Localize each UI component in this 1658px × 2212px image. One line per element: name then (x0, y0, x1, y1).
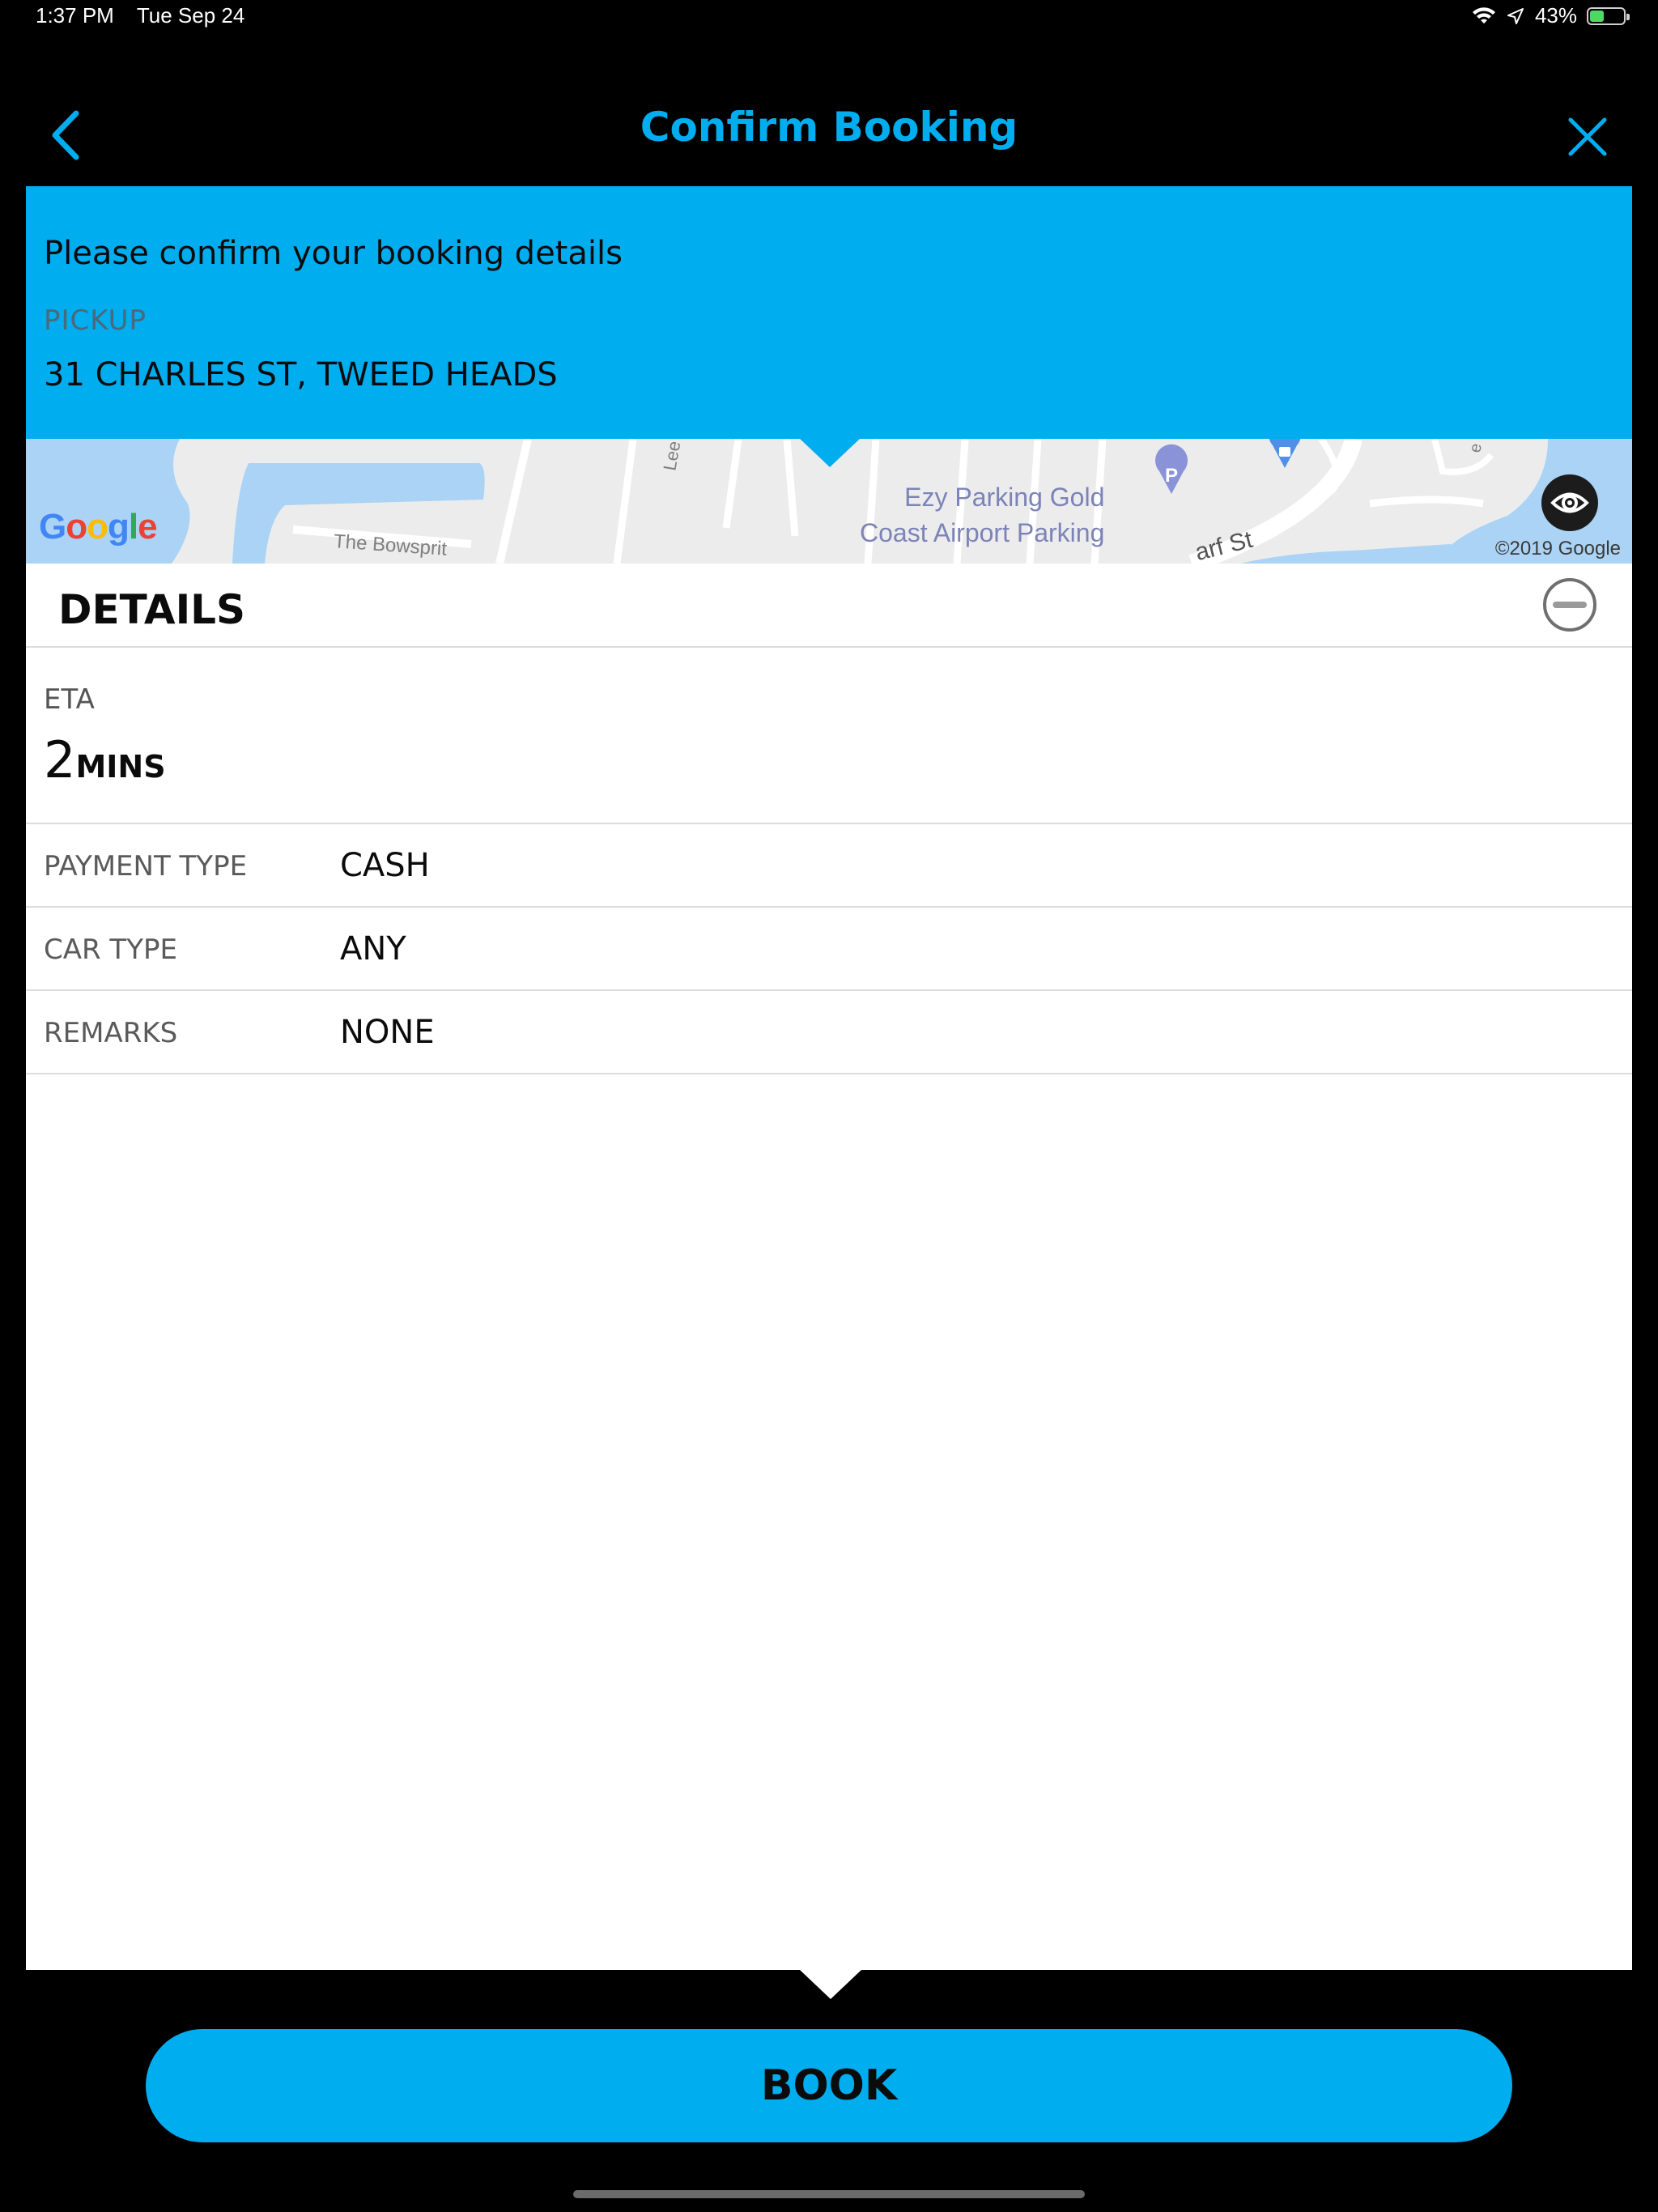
details-header: DETAILS (26, 564, 1632, 648)
location-arrow-icon (1507, 7, 1524, 24)
card-bottom-pointer (800, 1970, 861, 1999)
remarks-row[interactable]: REMARKS NONE (26, 991, 1632, 1074)
eta-section: ETA 2MINS (26, 648, 1632, 824)
confirm-prompt: Please confirm your booking details (44, 235, 623, 272)
svg-text:P: P (1165, 465, 1178, 487)
battery-charging-icon (1587, 6, 1630, 25)
map-copyright: ©2019 Google (1494, 538, 1621, 559)
map-poi-line1: Ezy Parking Gold (904, 483, 1105, 512)
payment-type-label: PAYMENT TYPE (44, 850, 248, 883)
eta-value: 2MINS (44, 730, 166, 789)
map-poi-line2: Coast Airport Parking (860, 518, 1105, 547)
status-indicators: 43% (1472, 3, 1630, 28)
battery-level (1590, 10, 1604, 22)
car-type-row[interactable]: CAR TYPE ANY (26, 908, 1632, 991)
eta-label: ETA (44, 683, 95, 716)
status-date: Tue Sep 24 (136, 3, 245, 28)
remarks-label: REMARKS (44, 1017, 178, 1049)
minus-circle-icon (1543, 578, 1596, 632)
payment-type-value: CASH (340, 847, 430, 884)
header-pointer (799, 438, 861, 467)
status-time: 1:37 PM (36, 3, 114, 28)
battery-cap (1626, 13, 1630, 20)
wifi-icon (1472, 6, 1495, 23)
details-title: DETAILS (58, 586, 246, 633)
status-time-group: 1:37 PM Tue Sep 24 (36, 3, 244, 28)
car-type-label: CAR TYPE (44, 934, 177, 966)
eta-unit: MINS (75, 749, 166, 785)
confirm-header: Please confirm your booking details PICK… (26, 186, 1632, 439)
eta-number: 2 (44, 730, 76, 789)
navigation-bar: Confirm Booking (0, 81, 1658, 186)
booking-card: Please confirm your booking details PICK… (26, 186, 1632, 1970)
google-logo: Google (39, 507, 158, 547)
car-type-value: ANY (340, 930, 406, 968)
collapse-details-button[interactable] (1541, 576, 1598, 633)
close-button[interactable] (1559, 108, 1616, 165)
status-bar: 1:37 PM Tue Sep 24 43% (0, 0, 1658, 32)
close-icon (1568, 117, 1607, 156)
eye-icon (1550, 492, 1589, 513)
payment-type-row[interactable]: PAYMENT TYPE CASH (26, 824, 1632, 908)
remarks-value: NONE (340, 1014, 435, 1051)
map-toggle-button[interactable] (1541, 474, 1598, 531)
pickup-label: PICKUP (44, 304, 147, 337)
pickup-address: 31 CHARLES ST, TWEED HEADS (44, 356, 558, 393)
battery-percent: 43% (1534, 3, 1577, 28)
home-indicator[interactable] (573, 2190, 1085, 2198)
book-button[interactable]: BOOK (146, 2029, 1512, 2142)
page-title: Confirm Booking (640, 104, 1018, 151)
map-poi-label[interactable]: Ezy Parking Gold Coast Airport Parking (860, 479, 1104, 551)
